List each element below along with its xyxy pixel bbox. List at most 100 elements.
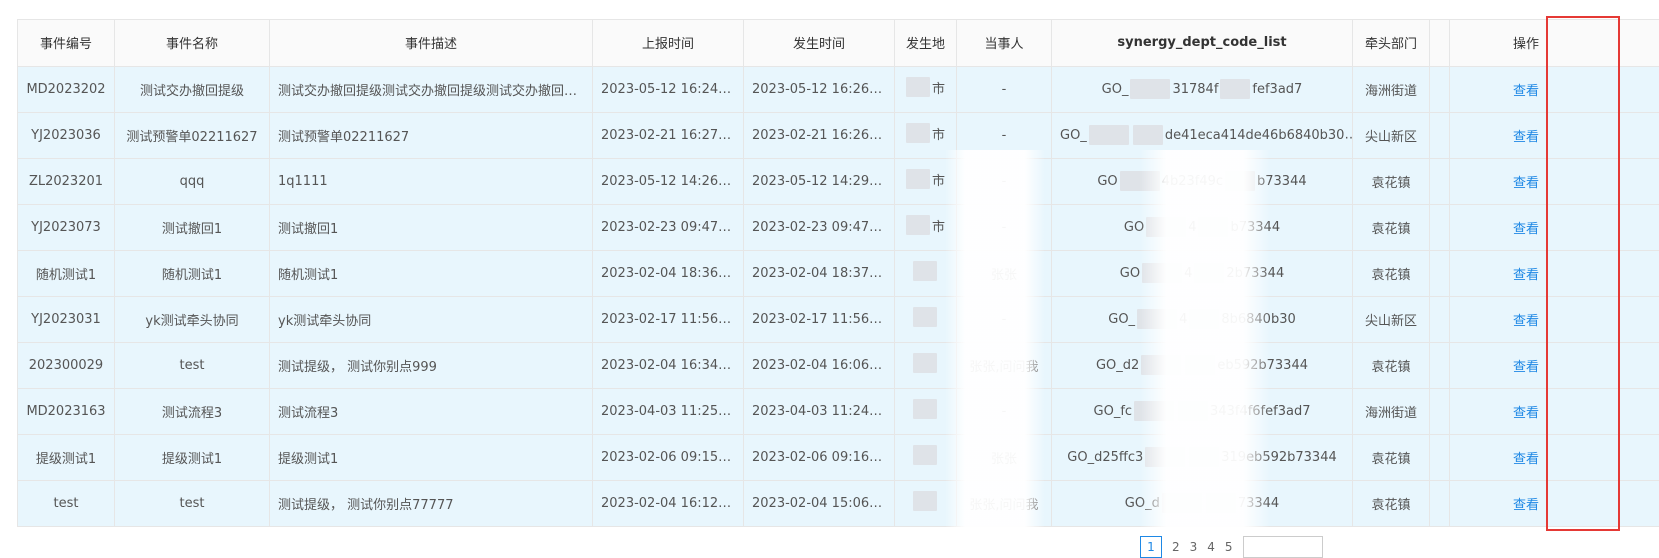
table-row[interactable]: ZL2023201qqq1q11112023-05-12 14:26:08202… xyxy=(18,158,1659,204)
header-place[interactable]: 发生地 xyxy=(895,20,957,66)
view-link[interactable]: 查看 xyxy=(1513,406,1539,421)
redacted-block xyxy=(1145,447,1185,467)
header-event-desc[interactable]: 事件描述 xyxy=(270,20,593,66)
cell-reported-time: 2023-02-04 18:36:52 xyxy=(593,250,744,296)
cell-party: - xyxy=(957,296,1052,342)
header-event-id[interactable]: 事件编号 xyxy=(18,20,115,66)
cell-spacer xyxy=(1430,342,1450,388)
cell-place: 市 xyxy=(895,66,957,112)
redacted-block xyxy=(906,123,930,143)
redacted-block xyxy=(913,261,937,281)
cell-place xyxy=(895,342,957,388)
page-link-3[interactable]: 3 xyxy=(1190,540,1198,554)
cell-occurred-time: 2023-02-04 18:37:22 xyxy=(744,250,895,296)
redacted-block xyxy=(1146,217,1186,237)
cell-event-desc: 测试交办撤回提级测试交办撤回提级测试交办撤回提级 xyxy=(270,66,593,112)
table-row[interactable]: 随机测试1随机测试1随机测试12023-02-04 18:36:522023-0… xyxy=(18,250,1659,296)
cell-lead-dept: 袁花镇 xyxy=(1353,434,1430,480)
cell-place: 市 xyxy=(895,112,957,158)
header-synergy-dept[interactable]: synergy_dept_code_list xyxy=(1052,20,1353,66)
page-link-2[interactable]: 2 xyxy=(1172,540,1180,554)
redacted-block xyxy=(913,353,937,373)
cell-lead-dept: 海洲街道 xyxy=(1353,388,1430,434)
header-action[interactable]: 操作 xyxy=(1450,20,1659,66)
redacted-block xyxy=(1141,355,1181,375)
page-size-select[interactable] xyxy=(1243,536,1323,558)
cell-spacer xyxy=(1430,434,1450,480)
table-row[interactable]: YJ2023036测试预警单02211627测试预警单022116272023-… xyxy=(18,112,1659,158)
cell-reported-time: 2023-02-21 16:27:36 xyxy=(593,112,744,158)
view-link[interactable]: 查看 xyxy=(1513,452,1539,467)
view-link[interactable]: 查看 xyxy=(1513,176,1539,191)
header-spacer xyxy=(1430,20,1450,66)
cell-action: 查看 xyxy=(1450,296,1659,342)
table-row[interactable]: testtest测试提级， 测试你别点777772023-02-04 16:12… xyxy=(18,480,1659,526)
cell-lead-dept: 尖山新区 xyxy=(1353,112,1430,158)
table-row[interactable]: MD2023163测试流程3测试流程32023-04-03 11:25:0520… xyxy=(18,388,1659,434)
redacted-block xyxy=(1225,171,1255,191)
view-link[interactable]: 查看 xyxy=(1513,84,1539,99)
cell-event-name: 测试交办撤回提级 xyxy=(115,66,270,112)
cell-party: - xyxy=(957,388,1052,434)
events-table: 事件编号 事件名称 事件描述 上报时间 发生时间 发生地 当事人 synergy… xyxy=(17,20,1659,527)
table-row[interactable]: YJ2023031yk测试牵头协同yk测试牵头协同2023-02-17 11:5… xyxy=(18,296,1659,342)
pagination: 1 2 3 4 5 xyxy=(1140,536,1323,558)
view-link[interactable]: 查看 xyxy=(1513,268,1539,283)
header-event-name[interactable]: 事件名称 xyxy=(115,20,270,66)
cell-action: 查看 xyxy=(1450,250,1659,296)
cell-synergy-dept: GO4b23f49cb73344 xyxy=(1052,158,1353,204)
table-header-row: 事件编号 事件名称 事件描述 上报时间 发生时间 发生地 当事人 synergy… xyxy=(18,20,1659,66)
redacted-block xyxy=(1194,263,1224,283)
cell-spacer xyxy=(1430,296,1450,342)
page-link-5[interactable]: 5 xyxy=(1225,540,1233,554)
cell-lead-dept: 海洲街道 xyxy=(1353,66,1430,112)
redacted-block xyxy=(1206,493,1236,513)
redacted-block xyxy=(1130,79,1170,99)
cell-party: 张张 xyxy=(957,250,1052,296)
cell-party: - xyxy=(957,66,1052,112)
table-row[interactable]: MD2023202测试交办撤回提级测试交办撤回提级测试交办撤回提级测试交办撤回提… xyxy=(18,66,1659,112)
header-reported-time[interactable]: 上报时间 xyxy=(593,20,744,66)
redacted-block xyxy=(1133,125,1163,145)
cell-synergy-dept: GO4b73344 xyxy=(1052,204,1353,250)
redacted-block xyxy=(1189,447,1219,467)
cell-occurred-time: 2023-02-06 09:16:31 xyxy=(744,434,895,480)
view-link[interactable]: 查看 xyxy=(1513,498,1539,513)
page-link-4[interactable]: 4 xyxy=(1207,540,1215,554)
table-row[interactable]: 202300029test测试提级， 测试你别点9992023-02-04 16… xyxy=(18,342,1659,388)
cell-reported-time: 2023-02-04 16:12:40 xyxy=(593,480,744,526)
view-link[interactable]: 查看 xyxy=(1513,314,1539,329)
cell-synergy-dept: GO_d25ffc3319eb592b73344 xyxy=(1052,434,1353,480)
cell-occurred-time: 2023-02-23 09:47:02 xyxy=(744,204,895,250)
redacted-block xyxy=(913,307,937,327)
cell-spacer xyxy=(1430,250,1450,296)
cell-place: 市 xyxy=(895,158,957,204)
view-link[interactable]: 查看 xyxy=(1513,222,1539,237)
header-party[interactable]: 当事人 xyxy=(957,20,1052,66)
cell-event-desc: 测试提级， 测试你别点999 xyxy=(270,342,593,388)
cell-occurred-time: 2023-02-21 16:26:54 xyxy=(744,112,895,158)
cell-event-desc: 提级测试1 xyxy=(270,434,593,480)
header-occurred-time[interactable]: 发生时间 xyxy=(744,20,895,66)
cell-occurred-time: 2023-02-17 11:56:02 xyxy=(744,296,895,342)
header-lead-dept[interactable]: 牵头部门 xyxy=(1353,20,1430,66)
cell-event-name: yk测试牵头协同 xyxy=(115,296,270,342)
view-link[interactable]: 查看 xyxy=(1513,360,1539,375)
redacted-block xyxy=(1142,263,1182,283)
redacted-block xyxy=(906,77,930,97)
cell-event-id: 随机测试1 xyxy=(18,250,115,296)
cell-event-id: ZL2023201 xyxy=(18,158,115,204)
cell-synergy-dept: GO_fc343f4f6fef3ad7 xyxy=(1052,388,1353,434)
cell-action: 查看 xyxy=(1450,342,1659,388)
redacted-block xyxy=(1220,79,1250,99)
page-button-current[interactable]: 1 xyxy=(1140,536,1162,558)
table-row[interactable]: 提级测试1提级测试1提级测试12023-02-06 09:15:272023-0… xyxy=(18,434,1659,480)
cell-reported-time: 2023-02-06 09:15:27 xyxy=(593,434,744,480)
cell-party: - xyxy=(957,112,1052,158)
table-row[interactable]: YJ2023073测试撤回1测试撤回12023-02-23 09:47:1720… xyxy=(18,204,1659,250)
view-link[interactable]: 查看 xyxy=(1513,130,1539,145)
cell-party: 张张,问问我 xyxy=(957,480,1052,526)
cell-event-id: YJ2023031 xyxy=(18,296,115,342)
cell-party: - xyxy=(957,204,1052,250)
cell-event-desc: yk测试牵头协同 xyxy=(270,296,593,342)
